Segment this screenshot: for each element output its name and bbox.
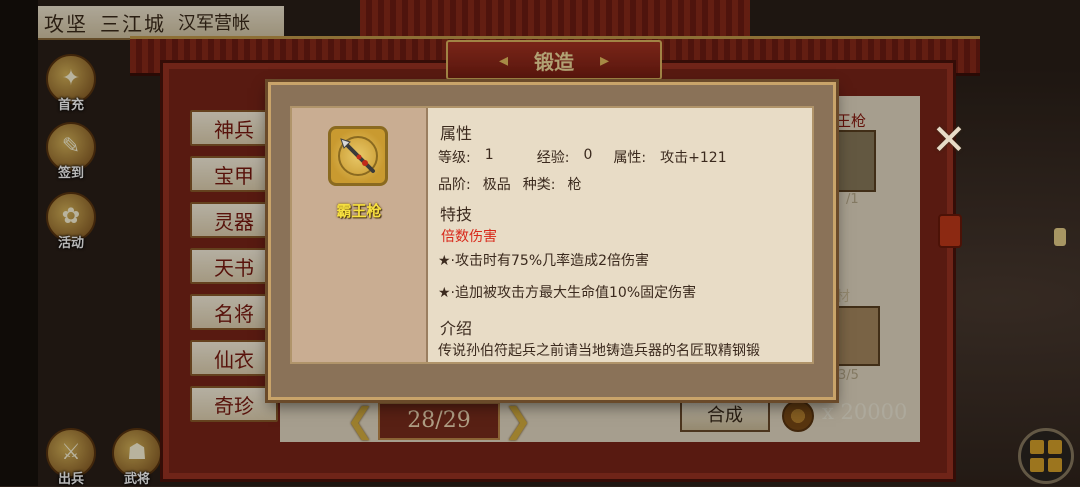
skill-line-1: ★·攻击时有75%几率造成2倍伤害 <box>438 253 650 269</box>
intro-header: 介绍 <box>440 319 473 338</box>
exp-label: 经验: <box>536 150 570 166</box>
attr-value: 攻击+121 <box>660 150 727 166</box>
stat-row-2: 品阶: 极品 种类: 枪 <box>438 174 581 194</box>
grade-label: 品阶: <box>438 177 471 193</box>
intro-text: 传说孙伯符起兵之前请当地铸造兵器的名匠取精钢锻 <box>438 343 760 359</box>
type-label: 种类: <box>522 177 556 193</box>
skill-line-2: ★·追加被攻击方最大生命值10%固定伤害 <box>438 285 697 301</box>
type-value: 枪 <box>567 177 582 193</box>
stat-row-1: 等级: 1 经验: 0 属性: 攻击+121 <box>438 147 727 167</box>
level-value: 1 <box>484 147 494 163</box>
item-name: 霸王枪 <box>336 202 382 220</box>
level-label: 等级: <box>438 150 471 166</box>
skill-header: 特技 <box>440 205 473 224</box>
grade-value: 极品 <box>482 177 511 193</box>
attr-header: 属性 <box>440 124 473 143</box>
skill-name: 倍数伤害 <box>441 229 497 245</box>
attr-label: 属性: <box>613 150 647 166</box>
close-icon[interactable]: ✕ <box>926 117 972 163</box>
exp-value: 0 <box>583 147 593 163</box>
spear-icon <box>328 126 388 186</box>
